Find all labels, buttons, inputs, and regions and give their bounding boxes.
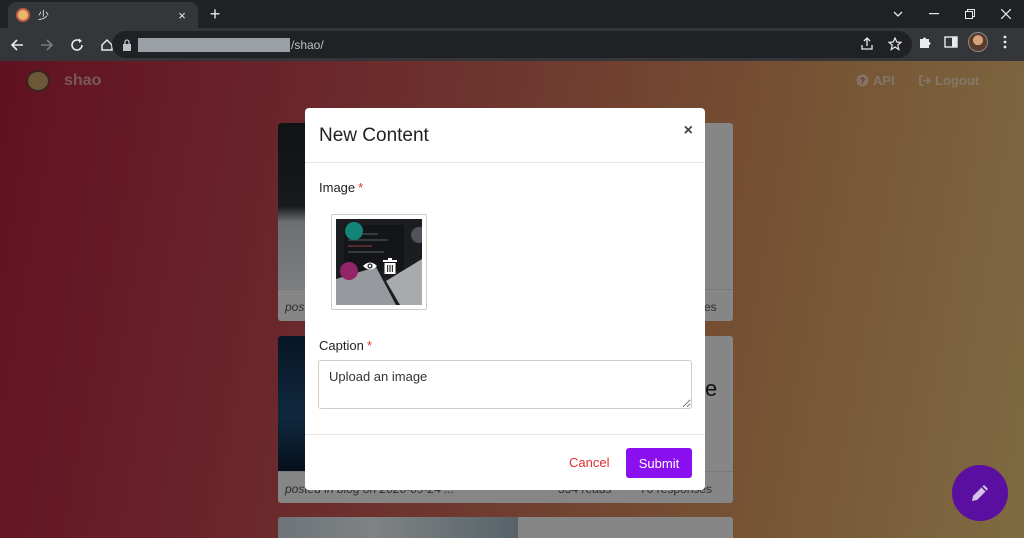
sloth-favicon-icon — [16, 8, 30, 22]
eye-icon[interactable] — [362, 258, 378, 274]
image-label: Image * — [319, 180, 363, 195]
caption-label-text: Caption — [319, 338, 364, 353]
tab-search-icon[interactable] — [880, 0, 916, 28]
profile-avatar[interactable] — [968, 32, 988, 52]
address-bar[interactable]: /shao/ — [112, 31, 912, 58]
tab-title: 少 — [38, 10, 49, 22]
more-menu-icon[interactable] — [996, 33, 1014, 51]
browser-toolbar: /shao/ — [0, 28, 1024, 61]
tab-close-button[interactable]: × — [174, 8, 190, 23]
lock-icon[interactable] — [122, 38, 132, 51]
forward-icon[interactable] — [34, 32, 60, 58]
extensions-puzzle-icon[interactable] — [916, 33, 934, 51]
side-panel-icon[interactable] — [942, 33, 960, 51]
new-content-modal: New Content × Image * Caption * Upload a… — [305, 108, 705, 490]
browser-tabstrip: 少 × + — [0, 0, 1024, 28]
close-window-icon[interactable] — [988, 0, 1024, 28]
image-label-text: Image — [319, 180, 356, 195]
caption-textarea[interactable]: Upload an image — [318, 360, 692, 409]
back-icon[interactable] — [4, 32, 30, 58]
bookmark-star-icon[interactable] — [886, 35, 904, 53]
trash-icon[interactable] — [382, 258, 398, 274]
restore-icon[interactable] — [952, 0, 988, 28]
browser-tab[interactable]: 少 × — [8, 2, 198, 28]
pencil-icon — [972, 485, 988, 501]
reload-icon[interactable] — [64, 32, 90, 58]
share-icon[interactable] — [858, 35, 876, 53]
url-path: /shao/ — [291, 37, 324, 52]
omnibox-actions — [858, 35, 904, 53]
window-controls — [880, 0, 1024, 28]
modal-title: New Content — [319, 125, 429, 146]
new-tab-button[interactable]: + — [204, 4, 226, 26]
redacted-url-host — [138, 37, 290, 52]
toolbar-right — [916, 32, 1014, 52]
image-upload-thumbnail[interactable] — [331, 214, 427, 310]
compose-fab[interactable] — [952, 465, 1008, 521]
required-mark: * — [358, 180, 364, 195]
page-content: shao ? API Logout post es e posted in bl… — [0, 61, 1024, 538]
required-mark: * — [366, 338, 372, 353]
modal-close-button[interactable]: × — [684, 122, 693, 140]
modal-footer: Cancel Submit — [305, 434, 705, 490]
minimize-icon[interactable] — [916, 0, 952, 28]
caption-label: Caption * — [319, 338, 372, 353]
uploaded-image-artwork — [336, 219, 422, 305]
cancel-button[interactable]: Cancel — [569, 455, 609, 470]
uploaded-image-preview — [336, 219, 422, 305]
modal-header: New Content × — [305, 108, 705, 163]
submit-button[interactable]: Submit — [626, 448, 692, 478]
